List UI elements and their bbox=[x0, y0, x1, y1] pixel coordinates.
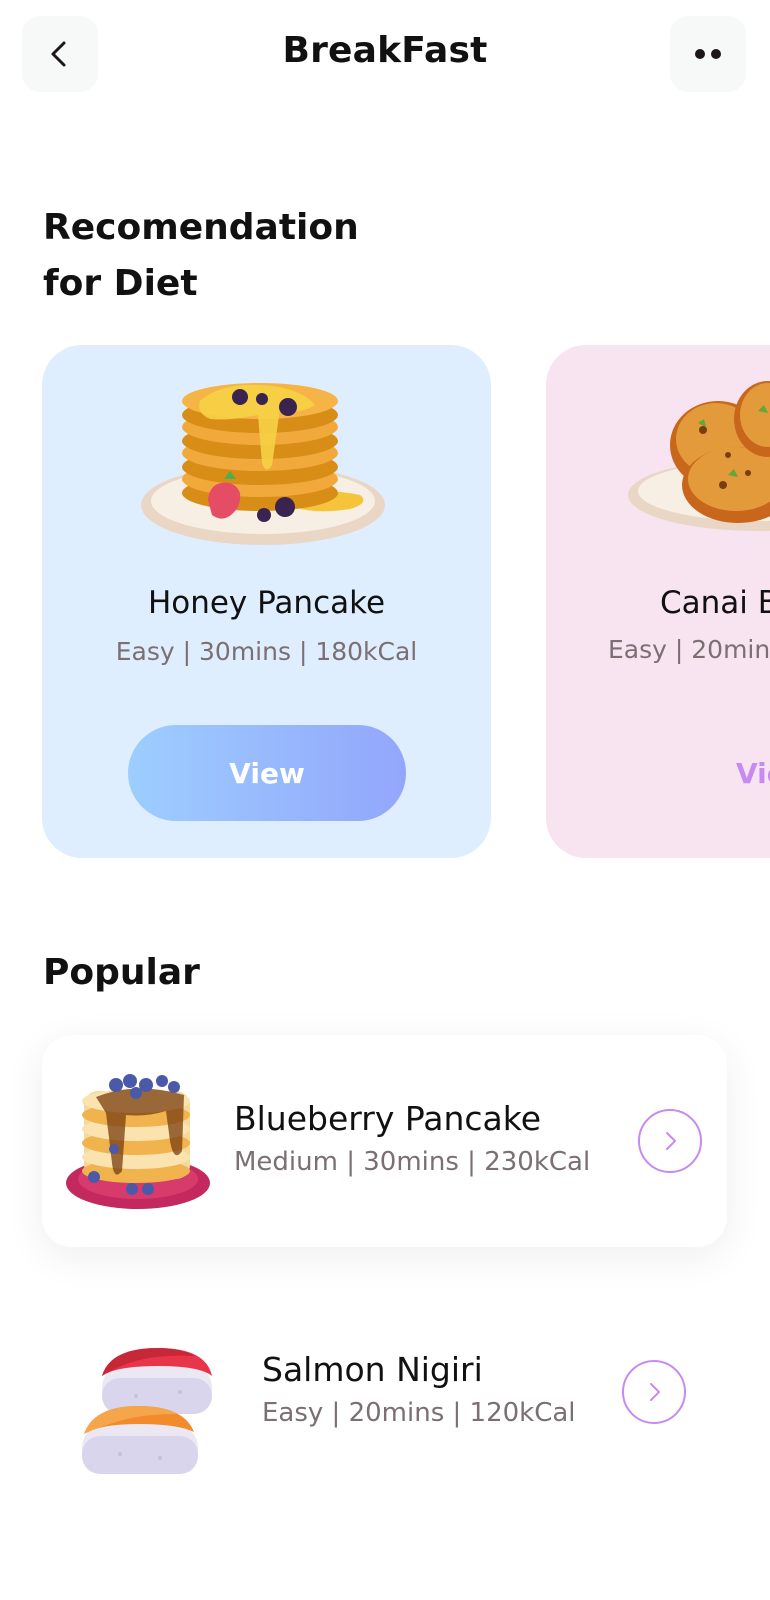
popular-item-meta: Easy | 20mins | 120kCal bbox=[262, 1398, 576, 1428]
recommendation-title: Recomendation for Diet bbox=[43, 207, 359, 304]
chevron-right-icon bbox=[666, 1132, 676, 1150]
canai-bread-image bbox=[628, 381, 770, 531]
recommendation-card-honey-pancake[interactable]: Honey Pancake Easy | 30mins | 180kCal Vi… bbox=[42, 345, 491, 858]
popular-item-arrow-button[interactable] bbox=[622, 1360, 686, 1424]
recommendation-name: Canai Bread bbox=[660, 585, 770, 621]
view-button[interactable]: View bbox=[696, 725, 770, 821]
popular-item-blueberry-pancake[interactable]: Blueberry Pancake Medium | 30mins | 230k… bbox=[42, 1035, 727, 1247]
recommendation-meta: Easy | 30mins | 180kCal bbox=[115, 637, 418, 666]
popular-title: Popular bbox=[43, 952, 200, 993]
more-button[interactable] bbox=[670, 16, 746, 92]
blueberry-pancake-image bbox=[66, 1074, 210, 1209]
popular-item-arrow-button[interactable] bbox=[638, 1109, 702, 1173]
recommendation-name: Honey Pancake bbox=[147, 585, 386, 621]
popular-item-name: Blueberry Pancake bbox=[234, 1099, 542, 1138]
popular-item-salmon-nigiri[interactable]: Salmon Nigiri Easy | 20mins | 120kCal bbox=[42, 1300, 727, 1512]
page-title: BreakFast bbox=[282, 30, 488, 71]
chevron-right-icon bbox=[650, 1383, 660, 1401]
recommendation-meta: Easy | 20mins | 230kCal bbox=[608, 635, 770, 664]
recommendation-card-canai-bread[interactable]: Canai Bread Easy | 20mins | 230kCal View bbox=[546, 345, 770, 858]
view-button[interactable]: View bbox=[128, 725, 406, 821]
more-dots-icon bbox=[695, 49, 721, 59]
salmon-nigiri-image bbox=[82, 1348, 212, 1474]
pancake-stack-image bbox=[141, 383, 385, 545]
popular-item-meta: Medium | 30mins | 230kCal bbox=[234, 1147, 591, 1177]
breakfast-screen: BreakFast Recomendation for Diet Honey P… bbox=[0, 0, 770, 1600]
popular-item-name: Salmon Nigiri bbox=[262, 1350, 483, 1389]
